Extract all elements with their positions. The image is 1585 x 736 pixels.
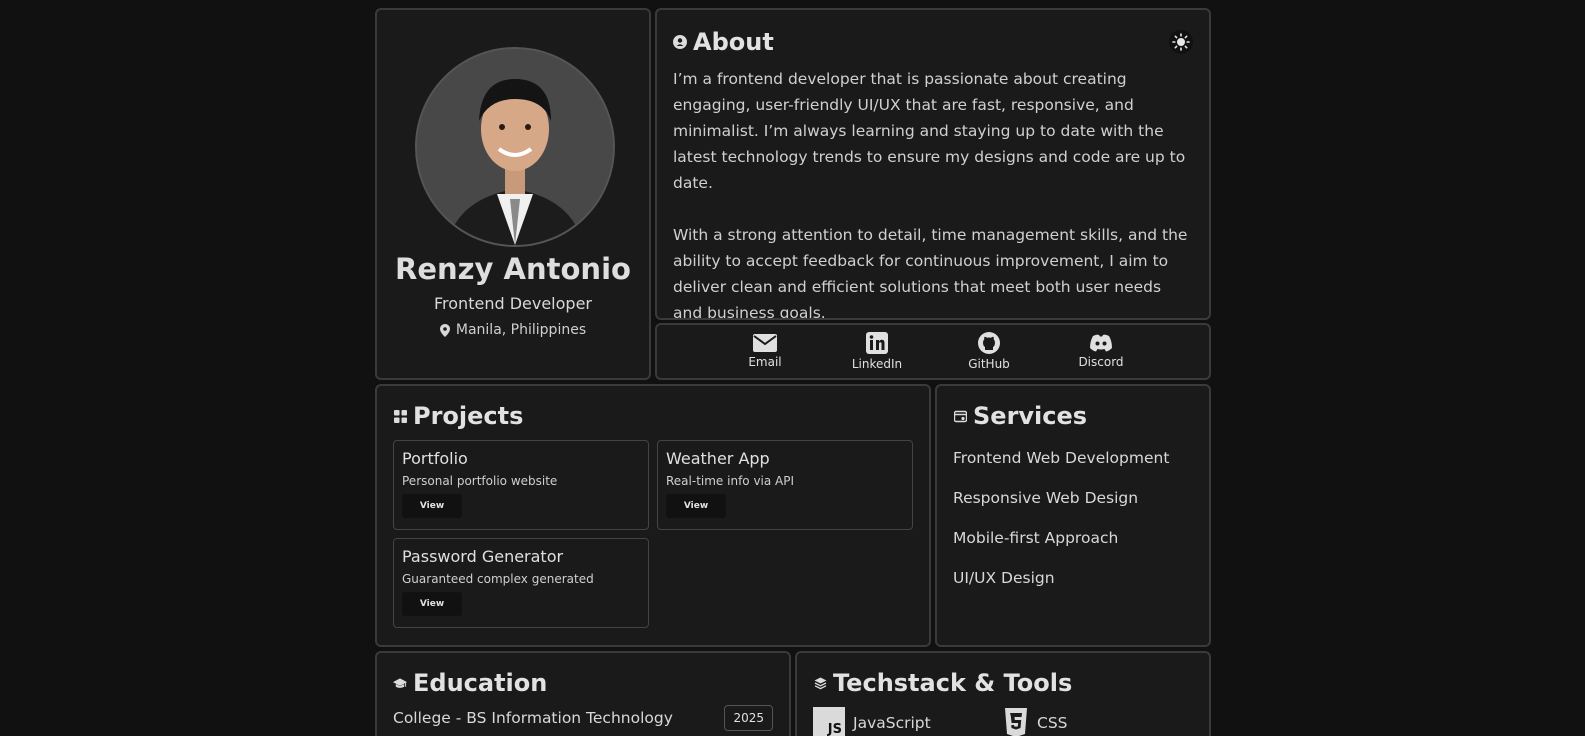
profile-photo [415,47,615,247]
github-icon [978,332,1000,354]
javascript-icon: JS [813,707,845,736]
css-icon [1005,708,1027,736]
projects-title: Projects [413,402,524,430]
project-card-weather-app: Weather App Real-time info via API View [657,440,913,530]
map-pin-icon [439,323,450,337]
service-item: Responsive Web Design [953,489,1139,507]
services-card: Services Frontend Web Development Respon… [935,384,1211,647]
about-heading: About [673,28,1193,56]
education-heading: Education [393,669,773,697]
services-title: Services [973,402,1088,430]
social-label: Discord [1078,355,1124,369]
view-button[interactable]: View [402,592,462,616]
tech-label: JavaScript [853,714,931,732]
techstack-heading: Techstack & Tools [813,669,1193,697]
techstack-card: Techstack & Tools JS JavaScript CSS [795,651,1211,736]
about-paragraph-1: I’m a frontend developer that is passion… [673,70,1186,192]
services-icon [953,409,967,423]
profile-location: Manila, Philippines [377,322,649,338]
location-text: Manila, Philippines [455,322,587,338]
project-description: Guaranteed complex generated [402,572,594,586]
tech-label: CSS [1037,714,1068,732]
projects-heading: Projects [393,402,913,430]
social-label: GitHub [968,357,1010,371]
social-github-link[interactable]: GitHub [933,332,1045,371]
services-heading: Services [953,402,1193,430]
profile-role: Frontend Developer [434,294,592,313]
tech-item-css: CSS [1003,707,1193,736]
view-button[interactable]: View [666,494,726,518]
about-card: About I’m a frontend developer that is p… [655,8,1211,320]
view-button[interactable]: View [402,494,462,518]
about-paragraph-2: With a strong attention to detail, time … [673,226,1188,320]
education-title: Education [413,669,548,697]
education-card: Education College - BS Information Techn… [375,651,791,736]
techstack-title: Techstack & Tools [833,669,1073,697]
education-entry: College - BS Information Technology 2025 [393,705,773,731]
sun-icon [1172,33,1190,51]
graduation-cap-icon [393,676,407,690]
project-title: Password Generator [402,547,564,566]
service-item: Mobile-first Approach [953,529,1119,547]
about-title: About [693,28,774,56]
project-card-portfolio: Portfolio Personal portfolio website Vie… [393,440,649,530]
project-card-password-generator: Password Generator Guaranteed complex ge… [393,538,649,628]
social-label: LinkedIn [851,357,903,371]
year-badge: 2025 [724,705,773,731]
socials-card: Email LinkedIn GitHub Discord [655,323,1211,380]
discord-icon [1090,334,1112,352]
grid-icon [393,409,407,423]
linkedin-icon [866,332,888,354]
layers-icon [813,676,827,690]
profile-name: Renzy Antonio [395,252,631,286]
project-title: Portfolio [402,449,468,468]
social-linkedin-link[interactable]: LinkedIn [821,332,933,371]
social-email-link[interactable]: Email [709,334,821,369]
project-description: Real-time info via API [666,474,795,488]
user-icon [673,35,687,49]
social-discord-link[interactable]: Discord [1045,334,1157,369]
profile-card: Renzy Antonio Frontend Developer Manila,… [375,8,651,380]
project-description: Personal portfolio website [402,474,558,488]
service-item: Frontend Web Development [953,449,1170,467]
social-label: Email [748,355,782,369]
service-item: UI/UX Design [953,569,1055,587]
project-title: Weather App [666,449,770,468]
theme-toggle-button[interactable] [1169,30,1193,54]
envelope-icon [753,334,777,352]
tech-item-javascript: JS JavaScript [813,707,1003,736]
education-degree: College - BS Information Technology [393,709,673,727]
projects-card: Projects Portfolio Personal portfolio we… [375,384,931,647]
